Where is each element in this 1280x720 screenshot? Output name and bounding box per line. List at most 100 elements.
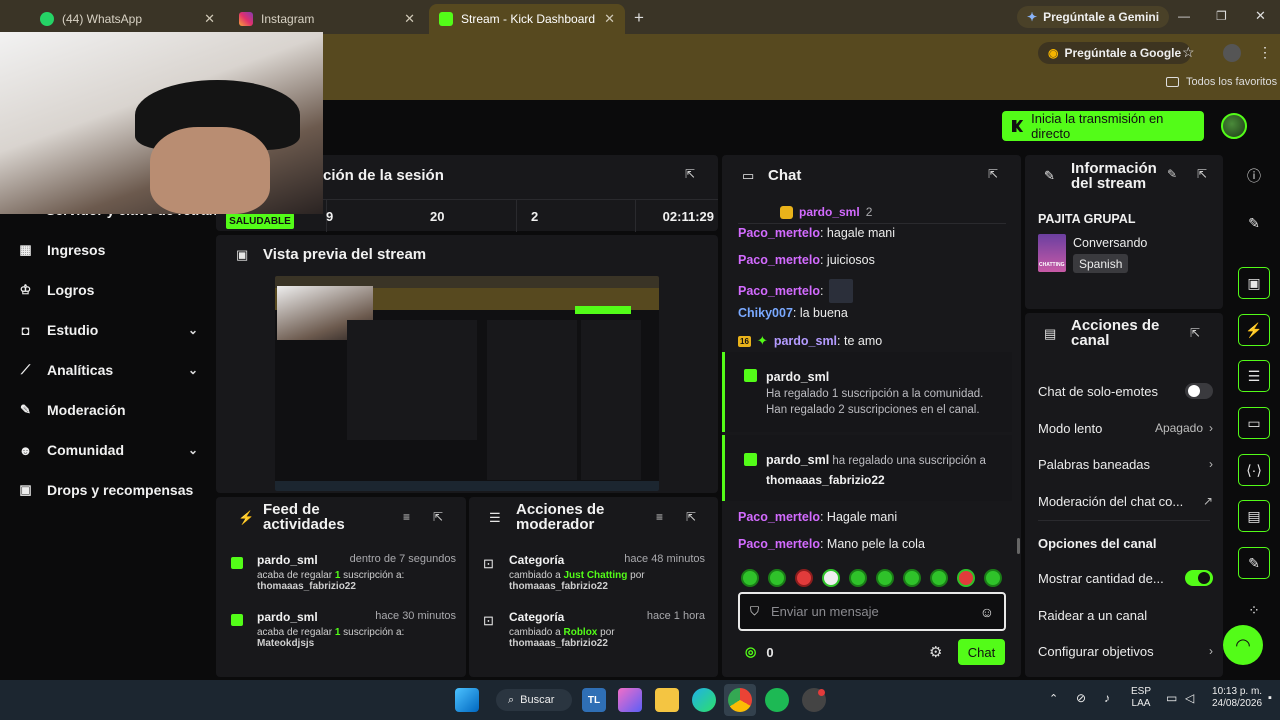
popout-icon[interactable]: ⇱ <box>1197 167 1207 181</box>
gift-user[interactable]: pardo_sml <box>766 453 829 467</box>
copilot-icon[interactable] <box>618 688 642 712</box>
chat-scrollbar[interactable] <box>1017 538 1020 554</box>
chat-username[interactable]: Paco_mertelo <box>738 284 820 298</box>
list-icon[interactable]: ☰ <box>1238 360 1270 392</box>
all-bookmarks[interactable]: Todos los favoritos <box>1166 76 1277 88</box>
emoji-icon[interactable]: ☺ <box>980 604 994 620</box>
raid-row[interactable]: Raidear a un canal <box>1038 605 1213 625</box>
mod-category[interactable]: Roblox <box>563 627 597 638</box>
chat-username[interactable]: pardo_sml <box>774 334 837 348</box>
show-count-row[interactable]: Mostrar cantidad de... <box>1038 568 1213 588</box>
chat-username[interactable]: Paco_mertelo <box>738 226 820 240</box>
sidebar-item-drops[interactable]: ▣ Drops y recompensas <box>18 477 198 503</box>
emote-icon[interactable] <box>741 569 759 587</box>
windows-start-icon[interactable] <box>455 688 479 712</box>
sidebar-item-logros[interactable]: ♔ Logros <box>18 277 198 303</box>
feed-target[interactable]: Mateokdjsjs <box>257 638 456 649</box>
close-icon[interactable]: ✕ <box>204 11 215 27</box>
emote-icon[interactable] <box>768 569 786 587</box>
microphone-icon[interactable]: ♪ <box>1104 691 1110 705</box>
bolt-icon[interactable]: ⚡ <box>1238 314 1270 346</box>
info-icon[interactable]: ⓘ <box>1238 160 1270 192</box>
chevron-up-icon[interactable]: ⌃ <box>1049 692 1058 705</box>
popout-icon[interactable]: ⇱ <box>988 167 998 181</box>
pinned-user[interactable]: pardo_sml <box>799 205 860 219</box>
banned-words-row[interactable]: Palabras baneadas › <box>1038 454 1213 474</box>
send-chat-button[interactable]: Chat <box>958 639 1005 665</box>
popout-icon[interactable]: ⇱ <box>433 510 443 524</box>
close-icon[interactable]: ✕ <box>404 11 415 27</box>
file-explorer-icon[interactable] <box>655 688 679 712</box>
chat-username[interactable]: Paco_mertelo <box>738 510 820 524</box>
chat-username[interactable]: Chiky007 <box>738 306 793 320</box>
bookmark-star-icon[interactable]: ☆ <box>1182 44 1195 61</box>
chat-icon[interactable]: ▭ <box>1238 407 1270 439</box>
sidebar-item-ingresos[interactable]: ▦ Ingresos <box>18 237 198 263</box>
emote-icon[interactable] <box>822 569 840 587</box>
code-icon[interactable]: ⟨·⟩ <box>1238 454 1270 486</box>
avatar[interactable] <box>1221 113 1247 139</box>
sidebar-item-moderacion[interactable]: ✎ Moderación <box>18 397 198 423</box>
spotify-icon[interactable] <box>765 688 789 712</box>
tab-kick-dashboard[interactable]: Stream - Kick Dashboard ✕ <box>429 4 625 34</box>
gift-user[interactable]: pardo_sml <box>766 370 829 384</box>
emote-icon[interactable] <box>876 569 894 587</box>
chat-moderation-row[interactable]: Moderación del chat co... ↗ <box>1038 491 1213 511</box>
popout-icon[interactable]: ⇱ <box>1190 326 1200 340</box>
filter-icon[interactable]: ≡ <box>403 510 410 524</box>
chat-input[interactable]: ⛉ Enviar un mensaje ☺ <box>738 592 1006 631</box>
filter-icon[interactable]: ≡ <box>656 510 663 524</box>
tl-app-icon[interactable]: TL <box>582 688 606 712</box>
mod-user[interactable]: thomaaas_fabrizio22 <box>509 638 705 649</box>
apps-icon[interactable]: ⁘ <box>1238 594 1270 626</box>
mod-user[interactable]: thomaaas_fabrizio22 <box>509 581 705 592</box>
edit-icon[interactable]: ✎ <box>1167 167 1177 181</box>
channel-icon[interactable]: ▤ <box>1238 500 1270 532</box>
tab-instagram[interactable]: Instagram ✕ <box>229 4 425 34</box>
emote-icon[interactable] <box>930 569 948 587</box>
gear-icon[interactable]: ⚙ <box>929 643 942 661</box>
emote-only-toggle[interactable] <box>1185 383 1213 399</box>
show-count-toggle[interactable] <box>1185 570 1213 586</box>
maximize-icon[interactable]: ❐ <box>1216 9 1227 23</box>
edit-icon[interactable]: ✎ <box>1238 207 1270 239</box>
emote-icon[interactable] <box>849 569 867 587</box>
channel-points[interactable]: ◎ 0 <box>745 644 774 660</box>
edge-icon[interactable] <box>692 688 716 712</box>
language-indicator[interactable]: ESP LAA <box>1131 686 1151 710</box>
go-live-button[interactable]: Inicia la transmisión en directo <box>1002 111 1204 141</box>
display-icon[interactable]: ▭ <box>1166 691 1177 705</box>
minimize-icon[interactable]: — <box>1178 9 1190 23</box>
volume-icon[interactable]: ◁ <box>1185 691 1194 705</box>
sidebar-item-estudio[interactable]: ◘ Estudio ⌄ <box>18 317 198 343</box>
gift-target[interactable]: thomaaas_fabrizio22 <box>766 473 885 487</box>
emote-icon[interactable] <box>795 569 813 587</box>
google-lens-button[interactable]: ◉ Pregúntale a Google <box>1038 42 1192 64</box>
sidebar-item-comunidad[interactable]: ☻ Comunidad ⌄ <box>18 437 198 463</box>
emote-icon[interactable] <box>903 569 921 587</box>
emote-icon[interactable] <box>984 569 1002 587</box>
slow-mode-row[interactable]: Modo lento Apagado › <box>1038 418 1213 438</box>
goals-row[interactable]: Configurar objetivos › <box>1038 641 1213 661</box>
emote-only-toggle-row[interactable]: Chat de solo-emotes <box>1038 381 1213 401</box>
wrench-icon[interactable]: ✎ <box>1238 547 1270 579</box>
sidebar-item-analiticas[interactable]: ⟋ Analíticas ⌄ <box>18 357 198 383</box>
support-fab-icon[interactable]: ◠ <box>1223 625 1263 665</box>
chat-username[interactable]: Paco_mertelo <box>738 537 820 551</box>
network-off-icon[interactable]: ⊘ <box>1076 691 1086 705</box>
gemini-button[interactable]: ✦ Pregúntale a Gemini <box>1017 6 1170 28</box>
window-close-icon[interactable]: ✕ <box>1255 8 1266 24</box>
chrome-icon[interactable] <box>728 688 752 712</box>
chat-username[interactable]: Paco_mertelo <box>738 253 820 267</box>
notifications-icon[interactable]: ▪ <box>1268 692 1272 704</box>
clock[interactable]: 10:13 p. m. 24/08/2026 <box>1212 686 1262 710</box>
taskbar-search[interactable]: ⌕ Buscar <box>496 689 572 711</box>
new-tab-icon[interactable]: + <box>634 8 644 28</box>
popout-icon[interactable]: ⇱ <box>686 510 696 524</box>
tab-whatsapp[interactable]: (44) WhatsApp ✕ <box>30 4 225 34</box>
preview-toggle-icon[interactable]: ▣ <box>1238 267 1270 299</box>
emote-icon[interactable] <box>957 569 975 587</box>
popout-icon[interactable]: ⇱ <box>685 167 695 181</box>
close-icon[interactable]: ✕ <box>604 11 615 27</box>
menu-dots-icon[interactable]: ⋮ <box>1258 44 1272 61</box>
